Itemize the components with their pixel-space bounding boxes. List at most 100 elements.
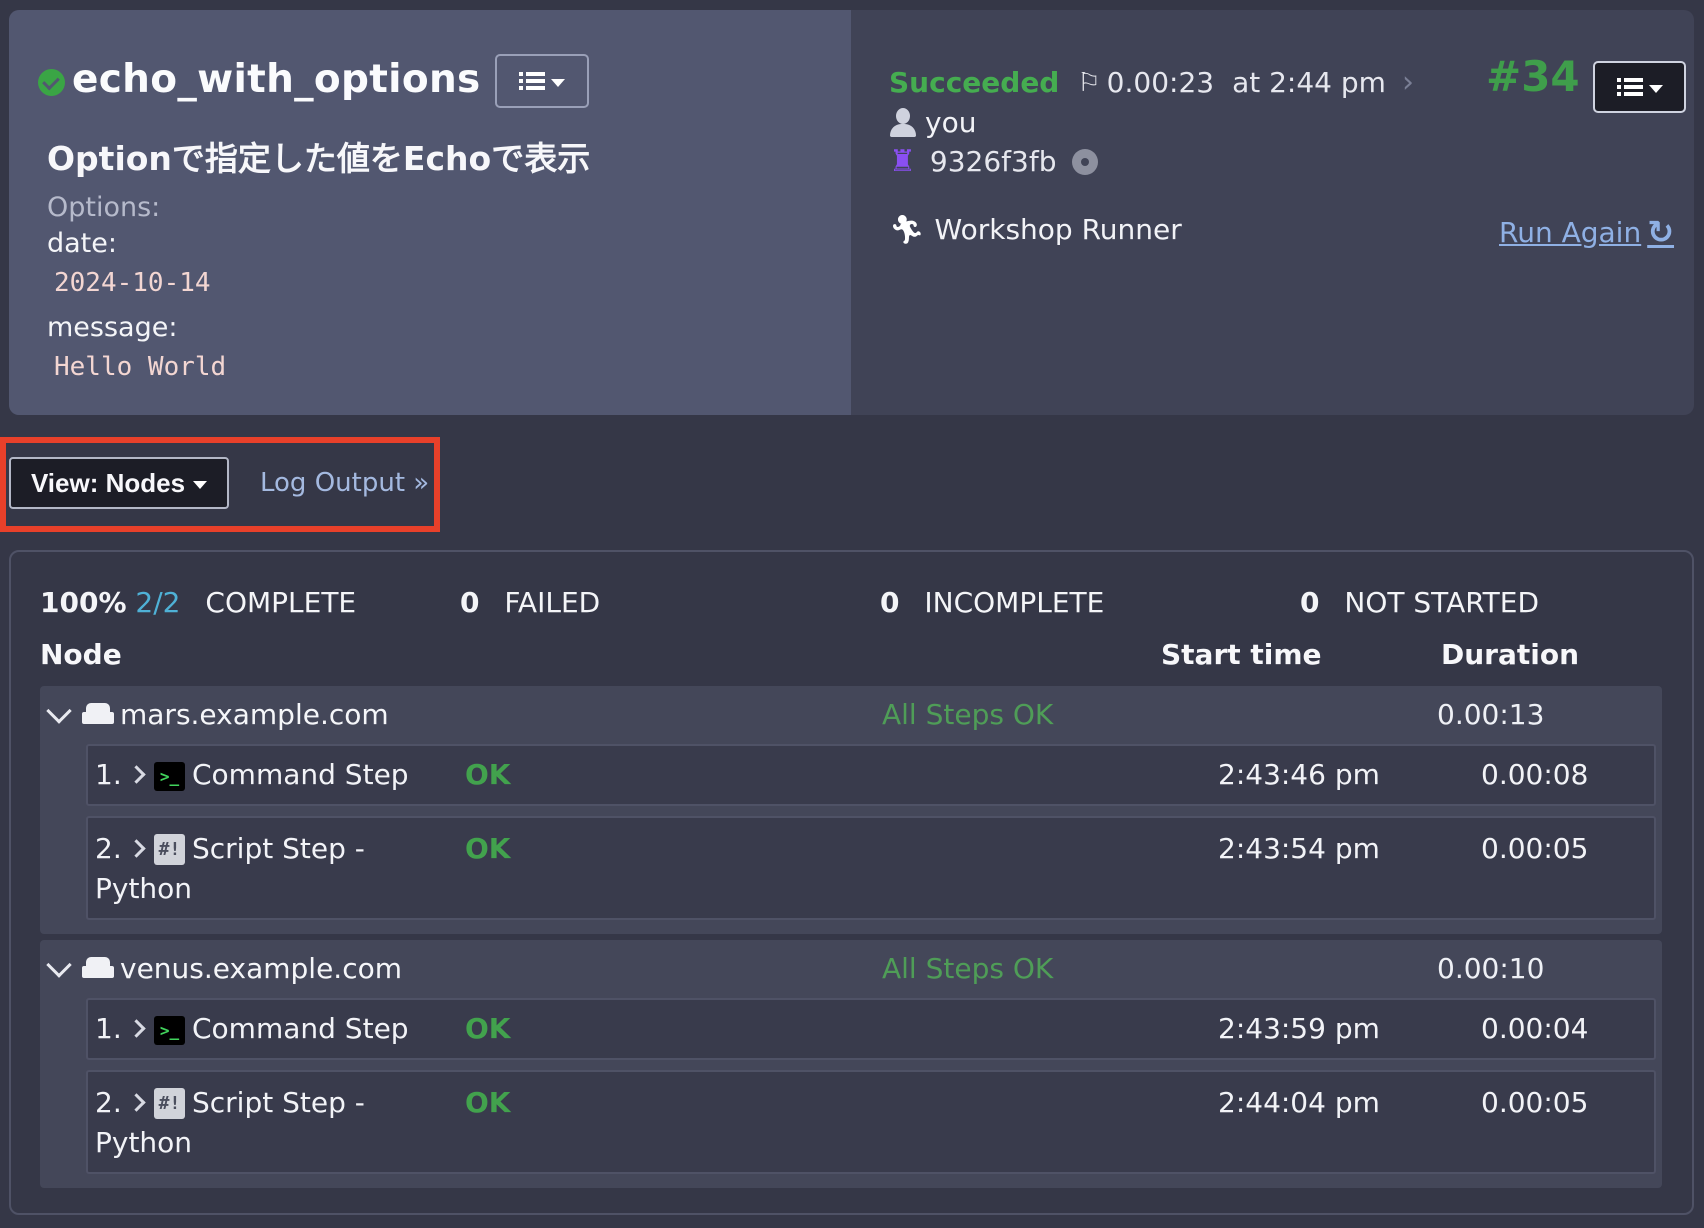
node-name[interactable]: mars.example.com xyxy=(120,698,389,731)
run-again-label[interactable]: Run Again xyxy=(1499,216,1641,249)
option-value-date: 2024-10-14 xyxy=(54,268,211,298)
log-output-link[interactable]: Log Output » xyxy=(260,468,429,498)
chevron-right-icon[interactable] xyxy=(127,1019,146,1038)
job-title-row: echo_with_options xyxy=(38,50,589,108)
summary-complete-label: COMPLETE xyxy=(205,586,357,619)
rook-icon: ♜ xyxy=(889,144,916,179)
step-status: OK xyxy=(465,1012,511,1045)
step-status: OK xyxy=(465,758,511,791)
commit-hash: 9326f3fb xyxy=(929,145,1057,178)
run-again-link[interactable]: Run Again ↻ xyxy=(1499,213,1674,251)
summary-incomplete-count: 0 xyxy=(880,586,900,619)
runner-name: Workshop Runner xyxy=(934,213,1182,246)
checkered-flag-icon: ⚐ xyxy=(1077,67,1101,98)
summary-failed: 0 FAILED xyxy=(460,586,600,619)
option-key-date: date: xyxy=(47,228,117,259)
options-label: Options: xyxy=(47,192,161,223)
step-start-time: 2:43:54 pm xyxy=(1218,832,1380,865)
step-name-continued: Python xyxy=(95,872,193,905)
node-duration: 0.00:13 xyxy=(1437,698,1545,731)
step-row[interactable]: 2. #! Script Step - Python OK 2:43:54 pm… xyxy=(86,816,1656,920)
node-group-venus: venus.example.com All Steps OK 0.00:10 1… xyxy=(40,940,1662,1188)
step-name: Command Step xyxy=(192,758,409,791)
caret-down-icon xyxy=(550,78,565,87)
execution-user: you xyxy=(925,106,977,139)
option-key-message: message: xyxy=(47,312,178,343)
step-name-continued: Python xyxy=(95,1126,193,1159)
step-start-time: 2:43:46 pm xyxy=(1218,758,1380,791)
list-icon xyxy=(1616,78,1643,96)
runner-row: 🏃︎ Workshop Runner xyxy=(889,213,1182,246)
execution-user-row: you xyxy=(889,106,976,139)
node-group-mars: mars.example.com All Steps OK 0.00:13 1.… xyxy=(40,686,1662,934)
summary-fraction: 2/2 xyxy=(135,586,181,619)
summary-failed-count: 0 xyxy=(460,586,480,619)
execution-time: at 2:44 pm xyxy=(1232,66,1386,99)
step-duration: 0.00:08 xyxy=(1481,758,1589,791)
step-number: 2. xyxy=(95,1086,122,1119)
summary-not-started: 0 NOT STARTED xyxy=(1300,586,1539,619)
node-header[interactable]: venus.example.com All Steps OK 0.00:10 xyxy=(40,940,1662,998)
node-header[interactable]: mars.example.com All Steps OK 0.00:13 xyxy=(40,686,1662,744)
node-name[interactable]: venus.example.com xyxy=(120,952,402,985)
node-status: All Steps OK xyxy=(882,698,1054,731)
refresh-icon[interactable]: ↻ xyxy=(1647,213,1674,251)
disc-icon xyxy=(1072,148,1099,175)
chevron-right-icon[interactable] xyxy=(127,765,146,784)
step-duration: 0.00:05 xyxy=(1481,1086,1589,1119)
job-actions-menu-button[interactable] xyxy=(494,54,589,108)
step-row[interactable]: 1. >_ Command Step OK 2:43:46 pm 0.00:08 xyxy=(86,744,1656,806)
user-icon xyxy=(889,107,917,138)
summary-incomplete: 0 INCOMPLETE xyxy=(880,586,1104,619)
column-header-start-time: Start time xyxy=(1161,638,1322,671)
view-nodes-dropdown[interactable]: View: Nodes xyxy=(9,457,229,509)
job-name[interactable]: echo_with_options xyxy=(72,57,481,102)
column-header-node: Node xyxy=(40,638,122,671)
terminal-icon: >_ xyxy=(154,762,185,791)
execution-actions-menu-button[interactable] xyxy=(1593,61,1686,113)
chevron-right-icon[interactable] xyxy=(127,839,146,858)
column-header-duration: Duration xyxy=(1441,638,1580,671)
step-row[interactable]: 1. >_ Command Step OK 2:43:59 pm 0.00:04 xyxy=(86,998,1656,1060)
summary-failed-label: FAILED xyxy=(504,586,601,619)
summary-not-started-count: 0 xyxy=(1300,586,1320,619)
run-number[interactable]: #34 xyxy=(1486,52,1580,101)
summary-percent: 100% xyxy=(40,586,127,619)
chevron-right-icon[interactable] xyxy=(127,1093,146,1112)
running-person-icon: 🏃︎ xyxy=(889,213,925,246)
commit-row: ♜ 9326f3fb xyxy=(889,144,1099,179)
caret-down-icon xyxy=(1648,84,1663,93)
step-start-time: 2:44:04 pm xyxy=(1218,1086,1380,1119)
step-name: Command Step xyxy=(192,1012,409,1045)
job-info-panel: echo_with_options Optionで指定した値をEchoで表示 O… xyxy=(9,10,851,415)
success-check-icon xyxy=(38,68,65,96)
step-number: 2. xyxy=(95,832,122,865)
step-row[interactable]: 2. #! Script Step - Python OK 2:44:04 pm… xyxy=(86,1070,1656,1174)
server-icon xyxy=(82,703,114,725)
script-icon: #! xyxy=(154,834,185,865)
chevron-right-icon[interactable]: › xyxy=(1402,65,1414,100)
node-duration: 0.00:10 xyxy=(1437,952,1545,985)
caret-down-icon xyxy=(193,480,208,489)
chevron-down-icon[interactable] xyxy=(46,698,72,724)
step-name: Script Step - xyxy=(192,832,365,865)
step-status: OK xyxy=(465,832,511,865)
summary-not-started-label: NOT STARTED xyxy=(1344,586,1540,619)
job-description: Optionで指定した値をEchoで表示 xyxy=(47,139,591,178)
node-status: All Steps OK xyxy=(882,952,1054,985)
execution-status: Succeeded xyxy=(889,66,1060,99)
script-icon: #! xyxy=(154,1088,185,1119)
step-duration: 0.00:04 xyxy=(1481,1012,1589,1045)
execution-header: echo_with_options Optionで指定した値をEchoで表示 O… xyxy=(9,10,1694,415)
terminal-icon: >_ xyxy=(154,1016,185,1045)
step-duration: 0.00:05 xyxy=(1481,832,1589,865)
step-number: 1. xyxy=(95,758,122,791)
execution-duration: 0.00:23 xyxy=(1106,66,1215,99)
summary-complete: 100% 2/2 COMPLETE xyxy=(40,586,356,619)
chevron-down-icon[interactable] xyxy=(46,952,72,978)
step-number: 1. xyxy=(95,1012,122,1045)
step-status: OK xyxy=(465,1086,511,1119)
execution-status-row: Succeeded ⚐ 0.00:23 at 2:44 pm › xyxy=(889,65,1414,100)
option-value-message: Hello World xyxy=(54,352,227,382)
summary-incomplete-label: INCOMPLETE xyxy=(924,586,1105,619)
